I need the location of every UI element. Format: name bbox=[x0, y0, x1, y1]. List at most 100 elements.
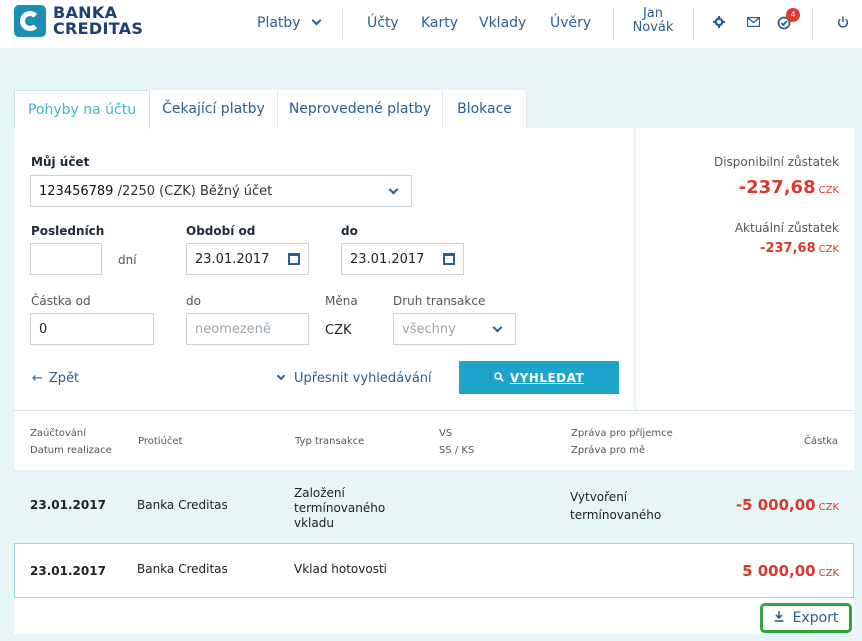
current-balance-currency: CZK bbox=[818, 244, 839, 255]
nav-karty[interactable]: Karty bbox=[421, 15, 458, 31]
period-to-value: 23.01.2017 bbox=[350, 251, 425, 267]
arrow-left-icon: ← bbox=[32, 371, 43, 386]
table-footer bbox=[14, 598, 854, 634]
row-counterparty: Banka Creditas bbox=[137, 562, 228, 576]
currency-value: CZK bbox=[325, 323, 352, 338]
refine-search-toggle[interactable]: Upřesnit vyhledávání bbox=[276, 371, 432, 386]
back-link[interactable]: ← Zpět bbox=[32, 371, 79, 386]
tab-blokace[interactable]: Blokace bbox=[443, 90, 527, 128]
nav-divider bbox=[812, 8, 813, 40]
chevron-down-icon bbox=[492, 322, 503, 333]
chevron-down-icon bbox=[276, 371, 286, 381]
row-date: 23.01.2017 bbox=[30, 498, 106, 512]
account-description: /2250 (CZK) Běžný účet bbox=[113, 183, 273, 199]
amount-from-input[interactable]: 0 bbox=[30, 313, 154, 345]
transaction-type-select[interactable]: všechny bbox=[393, 313, 516, 345]
period-to-label: do bbox=[341, 224, 358, 238]
transactions-table-header: Zaúčtování Datum realizace Protiúčet Typ… bbox=[14, 410, 854, 470]
header-booking: Zaúčtování bbox=[30, 428, 87, 439]
settings-gear-icon[interactable] bbox=[713, 16, 725, 31]
export-button[interactable]: Export bbox=[760, 603, 852, 633]
back-link-label: Zpět bbox=[48, 371, 80, 386]
row-date: 23.01.2017 bbox=[30, 564, 106, 578]
amount-to-label: do bbox=[186, 294, 201, 308]
currency-label: Měna bbox=[325, 294, 358, 308]
search-button-label: VYHLEDAT bbox=[509, 370, 585, 385]
tab-pohyby-na-uctu[interactable]: Pohyby na účtu bbox=[14, 90, 150, 129]
nav-divider bbox=[613, 8, 614, 40]
user-last-name: Novák bbox=[632, 20, 674, 35]
header-msg-recipient: Zpráva pro příjemce bbox=[571, 428, 673, 439]
logout-power-icon[interactable] bbox=[837, 16, 849, 31]
calendar-icon[interactable] bbox=[288, 253, 300, 265]
nav-ucty[interactable]: Účty bbox=[367, 15, 399, 31]
nav-divider bbox=[342, 8, 343, 40]
top-header: BANKA CREDITAS Platby Účty Karty Vklady … bbox=[0, 0, 862, 48]
tab-neprovedene-platby[interactable]: Neprovedené platby bbox=[278, 90, 443, 128]
mail-icon[interactable] bbox=[746, 16, 761, 30]
tab-cekajici-platby[interactable]: Čekající platby bbox=[150, 90, 278, 128]
amount-from-label: Částka od bbox=[31, 294, 91, 308]
header-realization: Datum realizace bbox=[30, 445, 112, 456]
chevron-down-icon bbox=[388, 184, 399, 195]
table-row[interactable]: 23.01.2017 Banka Creditas Založení termí… bbox=[14, 470, 854, 542]
period-from-label: Období od bbox=[186, 224, 256, 238]
row-message: Vytvoření termínovaného bbox=[570, 490, 662, 522]
header-messages[interactable]: Zpráva pro příjemce Zpráva pro mě bbox=[571, 425, 673, 459]
header-msg-me: Zpráva pro mě bbox=[571, 445, 646, 456]
balance-panel bbox=[636, 128, 854, 410]
current-balance-label: Aktuální zůstatek bbox=[734, 221, 839, 235]
header-ss-ks: SS / KS bbox=[439, 445, 475, 456]
transaction-type-label: Druh transakce bbox=[393, 294, 486, 308]
refine-search-label: Upřesnit vyhledávání bbox=[294, 371, 432, 386]
header-booking-date[interactable]: Zaúčtování Datum realizace bbox=[30, 425, 112, 459]
account-number: 123456789 bbox=[39, 183, 114, 199]
user-first-name: Jan bbox=[642, 6, 664, 21]
available-balance-value: -237,68 bbox=[738, 177, 816, 198]
header-vs: VS bbox=[439, 428, 453, 439]
row-amount-currency: CZK bbox=[818, 502, 839, 513]
row-amount-value: -5 000,00 bbox=[735, 496, 816, 514]
banka-creditas-logo[interactable]: BANKA CREDITAS bbox=[14, 5, 143, 37]
calendar-icon[interactable] bbox=[443, 253, 455, 265]
header-symbols[interactable]: VS SS / KS bbox=[439, 425, 474, 459]
account-select[interactable]: 123456789 /2250 (CZK) Běžný účet bbox=[30, 175, 412, 207]
last-days-label: Posledních bbox=[31, 224, 105, 238]
table-row[interactable]: 23.01.2017 Banka Creditas Vklad hotovost… bbox=[14, 543, 854, 598]
transaction-type-value: všechny bbox=[402, 321, 456, 337]
logo-line2: CREDITAS bbox=[53, 19, 144, 38]
search-button[interactable]: VYHLEDAT bbox=[459, 361, 619, 394]
export-button-label: Export bbox=[792, 610, 839, 626]
nav-uvery[interactable]: Úvěry bbox=[550, 15, 591, 31]
period-from-value: 23.01.2017 bbox=[195, 251, 270, 267]
current-balance: -237,68 CZK bbox=[760, 241, 839, 256]
logo-icon bbox=[14, 5, 46, 37]
available-balance: -237,68 CZK bbox=[739, 177, 839, 198]
search-icon bbox=[494, 371, 504, 385]
amount-to-input[interactable]: neomezeně bbox=[186, 313, 309, 345]
header-type[interactable]: Typ transakce bbox=[295, 433, 364, 450]
account-label: Můj účet bbox=[31, 155, 90, 169]
nav-vklady[interactable]: Vklady bbox=[479, 15, 526, 31]
available-balance-currency: CZK bbox=[818, 185, 839, 196]
days-unit-label: dní bbox=[118, 253, 137, 267]
amount-to-placeholder: neomezeně bbox=[195, 321, 271, 337]
user-name[interactable]: Jan Novák bbox=[624, 7, 682, 35]
row-amount: -5 000,00 CZK bbox=[736, 496, 839, 514]
row-amount-value: 5 000,00 bbox=[742, 562, 816, 580]
notification-count-badge: 4 bbox=[786, 8, 800, 22]
row-type: Vklad hotovosti bbox=[294, 562, 388, 576]
current-balance-value: -237,68 bbox=[760, 241, 816, 256]
nav-platby[interactable]: Platby bbox=[257, 15, 322, 31]
row-amount-currency: CZK bbox=[818, 568, 839, 579]
row-amount: 5 000,00 CZK bbox=[742, 562, 839, 580]
nav-divider bbox=[693, 8, 694, 40]
chevron-down-icon bbox=[311, 15, 322, 26]
period-to-input[interactable]: 23.01.2017 bbox=[341, 243, 464, 275]
header-counterparty[interactable]: Protiúčet bbox=[138, 433, 182, 450]
row-type: Založení termínovaného vkladu bbox=[294, 486, 386, 530]
header-amount[interactable]: Částka bbox=[804, 433, 838, 450]
row-counterparty: Banka Creditas bbox=[137, 498, 228, 512]
last-days-input[interactable] bbox=[30, 243, 102, 275]
period-from-input[interactable]: 23.01.2017 bbox=[186, 243, 309, 275]
